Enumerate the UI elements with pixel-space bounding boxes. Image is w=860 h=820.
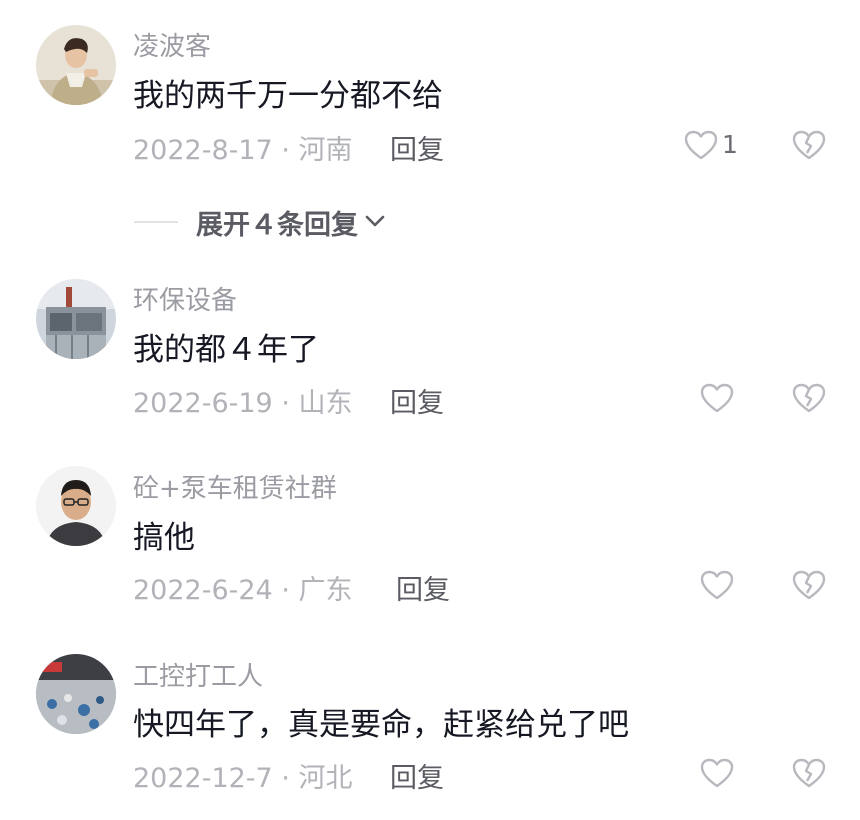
avatar[interactable]	[36, 25, 116, 105]
avatar[interactable]	[36, 466, 116, 546]
comment-username[interactable]: 工控打工人	[133, 656, 263, 693]
divider-line	[134, 221, 178, 223]
like-count: 1	[722, 130, 738, 159]
comment-username[interactable]: 砼+泵车租赁社群	[133, 468, 337, 505]
reply-button[interactable]: 回复	[396, 568, 450, 607]
comment-meta: 2022-8-17 · 河南	[133, 135, 353, 166]
heart-outline-icon[interactable]	[700, 570, 734, 600]
comment-text: 我的两千万一分都不给	[133, 78, 443, 114]
expand-replies-label: 展开４条回复	[196, 209, 358, 241]
avatar[interactable]	[36, 654, 116, 734]
comment-text: 快四年了，真是要命，赶紧给兑了吧	[133, 707, 629, 743]
reply-button[interactable]: 回复	[390, 756, 444, 795]
avatar[interactable]	[36, 279, 116, 359]
broken-heart-icon[interactable]	[792, 130, 826, 160]
expand-replies-button[interactable]: 展开４条回复	[134, 200, 386, 244]
comment-text: 搞他	[133, 520, 195, 556]
comment-text: 我的都４年了	[133, 332, 319, 368]
heart-outline-icon[interactable]	[700, 758, 734, 788]
comment-meta: 2022-12-7 · 河北	[133, 763, 353, 794]
heart-outline-icon[interactable]	[684, 130, 718, 160]
comment-meta: 2022-6-24 · 广东	[133, 575, 353, 606]
comment-username[interactable]: 凌波客	[133, 26, 211, 63]
comment-meta: 2022-6-19 · 山东	[133, 388, 353, 419]
broken-heart-icon[interactable]	[792, 570, 826, 600]
chevron-down-icon	[364, 213, 386, 232]
comment-username[interactable]: 环保设备	[133, 280, 237, 317]
reply-button[interactable]: 回复	[390, 128, 444, 167]
heart-outline-icon[interactable]	[700, 383, 734, 413]
broken-heart-icon[interactable]	[792, 383, 826, 413]
reply-button[interactable]: 回复	[390, 381, 444, 420]
broken-heart-icon[interactable]	[792, 758, 826, 788]
